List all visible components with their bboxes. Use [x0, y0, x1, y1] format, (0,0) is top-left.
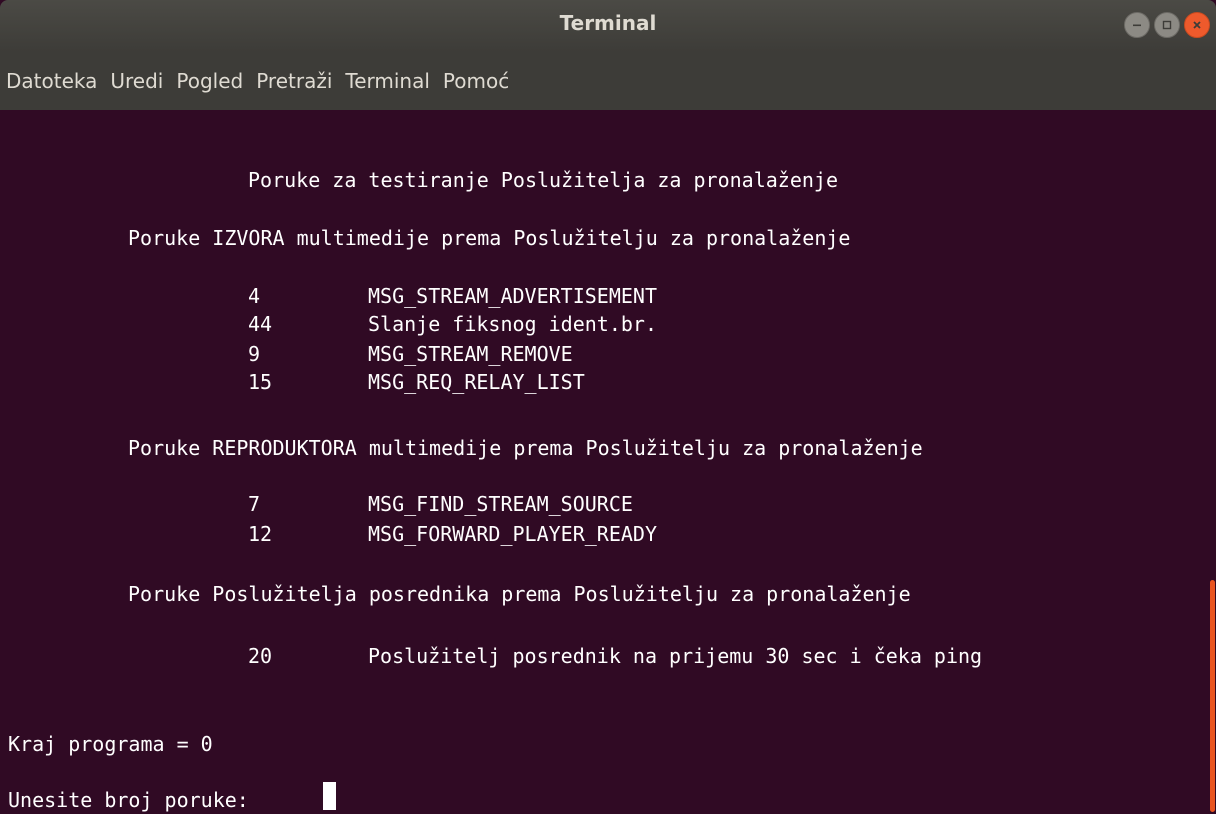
- menu-bar: Datoteka Uredi Pogled Pretraži Terminal …: [0, 52, 1216, 110]
- exit-line: Kraj programa = 0: [8, 732, 213, 756]
- maximize-icon[interactable]: [1154, 12, 1180, 38]
- input-prompt: Unesite broj poruke:: [8, 788, 249, 812]
- message-name: MSG_REQ_RELAY_LIST: [368, 370, 585, 394]
- message-code: 20: [248, 644, 273, 668]
- menu-item-uredi[interactable]: Uredi: [104, 69, 170, 93]
- menu-item-terminal[interactable]: Terminal: [339, 69, 437, 93]
- message-name: MSG_FORWARD_PLAYER_READY: [368, 522, 657, 546]
- window-title: Terminal: [559, 11, 657, 35]
- menu-item-pomoc[interactable]: Pomoć: [437, 69, 516, 93]
- menu-item-datoteka[interactable]: Datoteka: [0, 69, 104, 93]
- message-code: 44: [248, 312, 273, 336]
- message-code: 15: [248, 370, 273, 394]
- message-code: 7: [248, 492, 261, 516]
- text-cursor: [323, 782, 336, 810]
- output-heading: Poruke za testiranje Poslužitelja za pro…: [248, 168, 839, 192]
- menu-item-pogled[interactable]: Pogled: [170, 69, 250, 93]
- title-bar[interactable]: Terminal: [0, 0, 1216, 52]
- message-name: MSG_FIND_STREAM_SOURCE: [368, 492, 633, 516]
- section-title-izvor: Poruke IZVORA multimedije prema Poslužit…: [128, 226, 851, 250]
- message-name: Poslužitelj posrednik na prijemu 30 sec …: [368, 644, 983, 668]
- section-title-posrednik: Poruke Poslužitelja posrednika prema Pos…: [128, 582, 911, 606]
- message-name: MSG_STREAM_ADVERTISEMENT: [368, 284, 657, 308]
- message-code: 4: [248, 284, 261, 308]
- scrollbar[interactable]: [1208, 110, 1216, 812]
- terminal-window: Terminal Datoteka Uredi Pogled Pretraži …: [0, 0, 1216, 812]
- message-code: 12: [248, 522, 273, 546]
- message-code: 9: [248, 342, 261, 366]
- window-controls: [1124, 12, 1210, 38]
- minimize-icon[interactable]: [1124, 12, 1150, 38]
- section-title-reproduktor: Poruke REPRODUKTORA multimedije prema Po…: [128, 436, 923, 460]
- message-name: MSG_STREAM_REMOVE: [368, 342, 573, 366]
- terminal-output[interactable]: Poruke za testiranje Poslužitelja za pro…: [0, 110, 1208, 812]
- scrollbar-thumb[interactable]: [1210, 580, 1215, 812]
- close-icon[interactable]: [1184, 12, 1210, 38]
- menu-item-pretrazi[interactable]: Pretraži: [250, 69, 339, 93]
- message-name: Slanje fiksnog ident.br.: [368, 312, 657, 336]
